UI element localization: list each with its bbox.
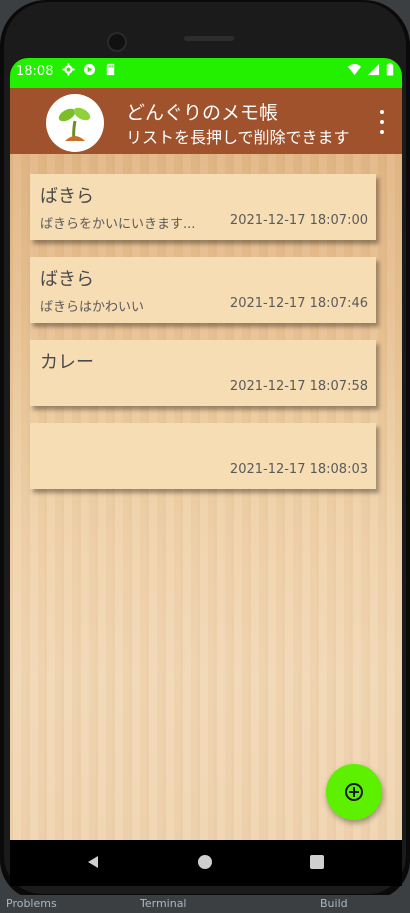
speaker-grille [184,36,234,41]
sd-card-icon [106,63,115,76]
memo-date: 2021-12-17 18:08:03 [229,462,368,477]
memo-title: カレー [40,352,94,373]
memo-body: ばきらをかいにいきます... [40,217,196,232]
system-nav-bar [10,840,402,886]
battery-icon [386,63,394,76]
memo-list-item[interactable]: 2021-12-17 18:08:03 [30,423,376,489]
memo-title: ばきら [40,269,94,290]
play-store-icon [83,63,96,76]
camera-icon [107,32,127,52]
ide-tool-strip: Problems Terminal Build [0,895,410,913]
memo-list: ばきら ばきらをかいにいきます... 2021-12-17 18:07:00 ば… [10,154,402,840]
status-time: 18:08 [16,64,54,79]
app-subtitle: リストを長押しで削除できます [126,128,350,147]
terminal-tab[interactable]: Terminal [140,897,187,910]
wifi-icon [348,63,361,76]
sprout-icon [58,107,91,142]
home-icon[interactable] [198,855,212,869]
signal-icon [367,63,380,76]
recent-apps-icon[interactable] [310,855,324,869]
add-circle-icon [345,783,363,801]
settings-gear-icon [62,63,75,76]
memo-list-item[interactable]: ばきら ばきらはかわいい 2021-12-17 18:07:46 [30,257,376,323]
overflow-menu-icon[interactable] [372,110,392,134]
app-screen: 18:08 どんぐりのメモ帳 リストを長押しで削除できます ばきら ばきらをかい… [10,58,402,840]
status-bar: 18:08 [10,58,402,88]
problems-tab[interactable]: Problems [6,897,57,910]
memo-date: 2021-12-17 18:07:46 [229,296,368,311]
app-title: どんぐりのメモ帳 [126,102,279,124]
memo-date: 2021-12-17 18:07:58 [229,379,368,394]
acorn-sprout-logo [46,94,104,152]
add-memo-button[interactable] [326,764,382,820]
memo-body: ばきらはかわいい [40,300,145,315]
build-tab[interactable]: Build [320,897,348,910]
memo-list-item[interactable]: ばきら ばきらをかいにいきます... 2021-12-17 18:07:00 [30,174,376,240]
phone-device: 18:08 どんぐりのメモ帳 リストを長押しで削除できます ばきら ばきらをかい… [0,0,410,900]
memo-title: ばきら [40,186,94,207]
app-toolbar: どんぐりのメモ帳 リストを長押しで削除できます [10,88,402,154]
back-icon[interactable] [86,855,100,869]
memo-date: 2021-12-17 18:07:00 [229,213,368,228]
memo-list-item[interactable]: カレー 2021-12-17 18:07:58 [30,340,376,406]
